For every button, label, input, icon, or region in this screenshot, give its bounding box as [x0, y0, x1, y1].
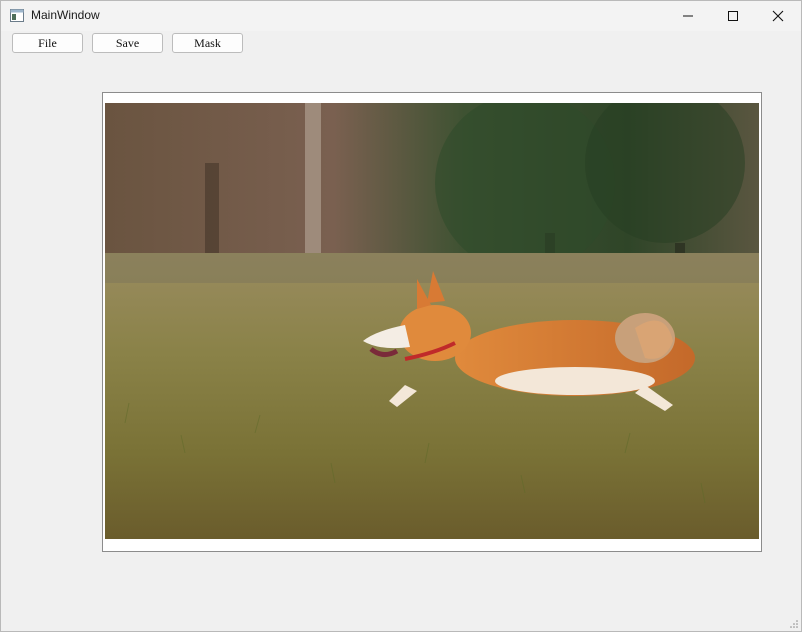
minimize-button[interactable] — [665, 1, 711, 31]
mask-button[interactable]: Mask — [172, 33, 243, 53]
resize-grip-icon[interactable] — [789, 619, 799, 629]
main-window: MainWindow File Save Mask — [0, 0, 802, 632]
save-button[interactable]: Save — [92, 33, 163, 53]
maximize-button[interactable] — [710, 1, 756, 31]
minimize-icon — [683, 15, 693, 17]
window-title: MainWindow — [31, 8, 100, 22]
close-icon — [772, 10, 784, 22]
photo-canvas — [105, 103, 759, 539]
window-app-icon — [10, 9, 24, 22]
maximize-icon — [728, 11, 738, 21]
file-button[interactable]: File — [12, 33, 83, 53]
title-bar[interactable]: MainWindow — [1, 1, 801, 31]
photo-corgi — [105, 103, 759, 539]
close-button[interactable] — [755, 1, 801, 31]
image-view[interactable] — [102, 92, 762, 552]
